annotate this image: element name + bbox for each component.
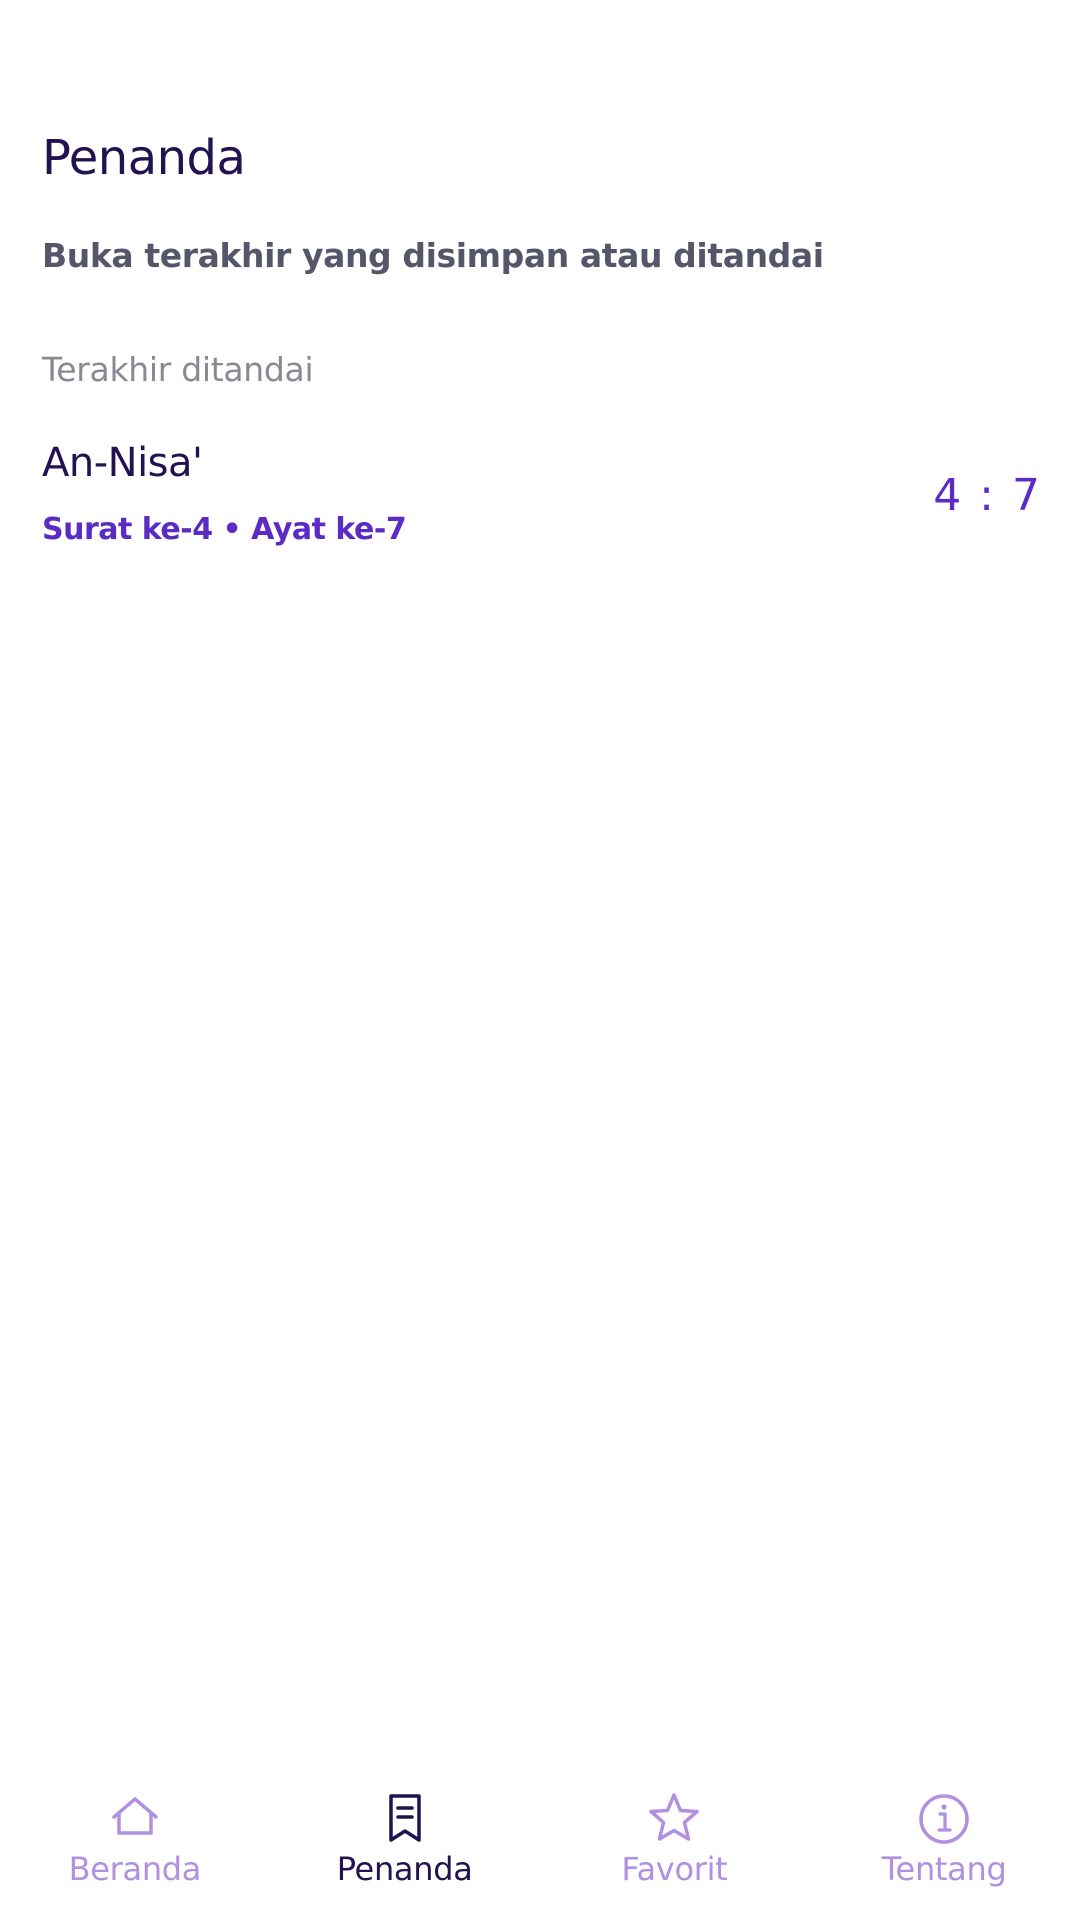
bookmark-item[interactable]: An-Nisa' Surat ke-4 • Ayat ke-7 4 : 7 [42, 440, 1042, 570]
bookmark-reference: 4 : 7 [933, 470, 1042, 521]
home-icon [112, 1797, 158, 1835]
nav-label-beranda: Beranda [68, 1850, 202, 1888]
info-icon [919, 1794, 969, 1844]
section-label: Terakhir ditandai [42, 350, 314, 389]
nav-item-tentang[interactable]: Tentang [809, 1790, 1079, 1919]
nav-label-penanda: Penanda [336, 1850, 473, 1888]
nav-label-favorit: Favorit [621, 1850, 728, 1888]
nav-item-beranda[interactable]: Beranda [0, 1790, 270, 1919]
page-subtitle: Buka terakhir yang disimpan atau ditanda… [42, 236, 824, 275]
star-icon [649, 1793, 700, 1841]
bookmark-surah-name: An-Nisa' [42, 440, 203, 486]
nav-item-penanda[interactable]: Penanda [270, 1790, 540, 1919]
page-title: Penanda [42, 130, 246, 186]
bottom-navigation: Beranda Penanda Favorit Tentang [0, 1790, 1079, 1919]
bookmark-meta: Surat ke-4 • Ayat ke-7 [42, 512, 407, 547]
bookmark-icon [388, 1794, 421, 1842]
nav-item-favorit[interactable]: Favorit [540, 1790, 810, 1919]
nav-label-tentang: Tentang [881, 1850, 1007, 1888]
